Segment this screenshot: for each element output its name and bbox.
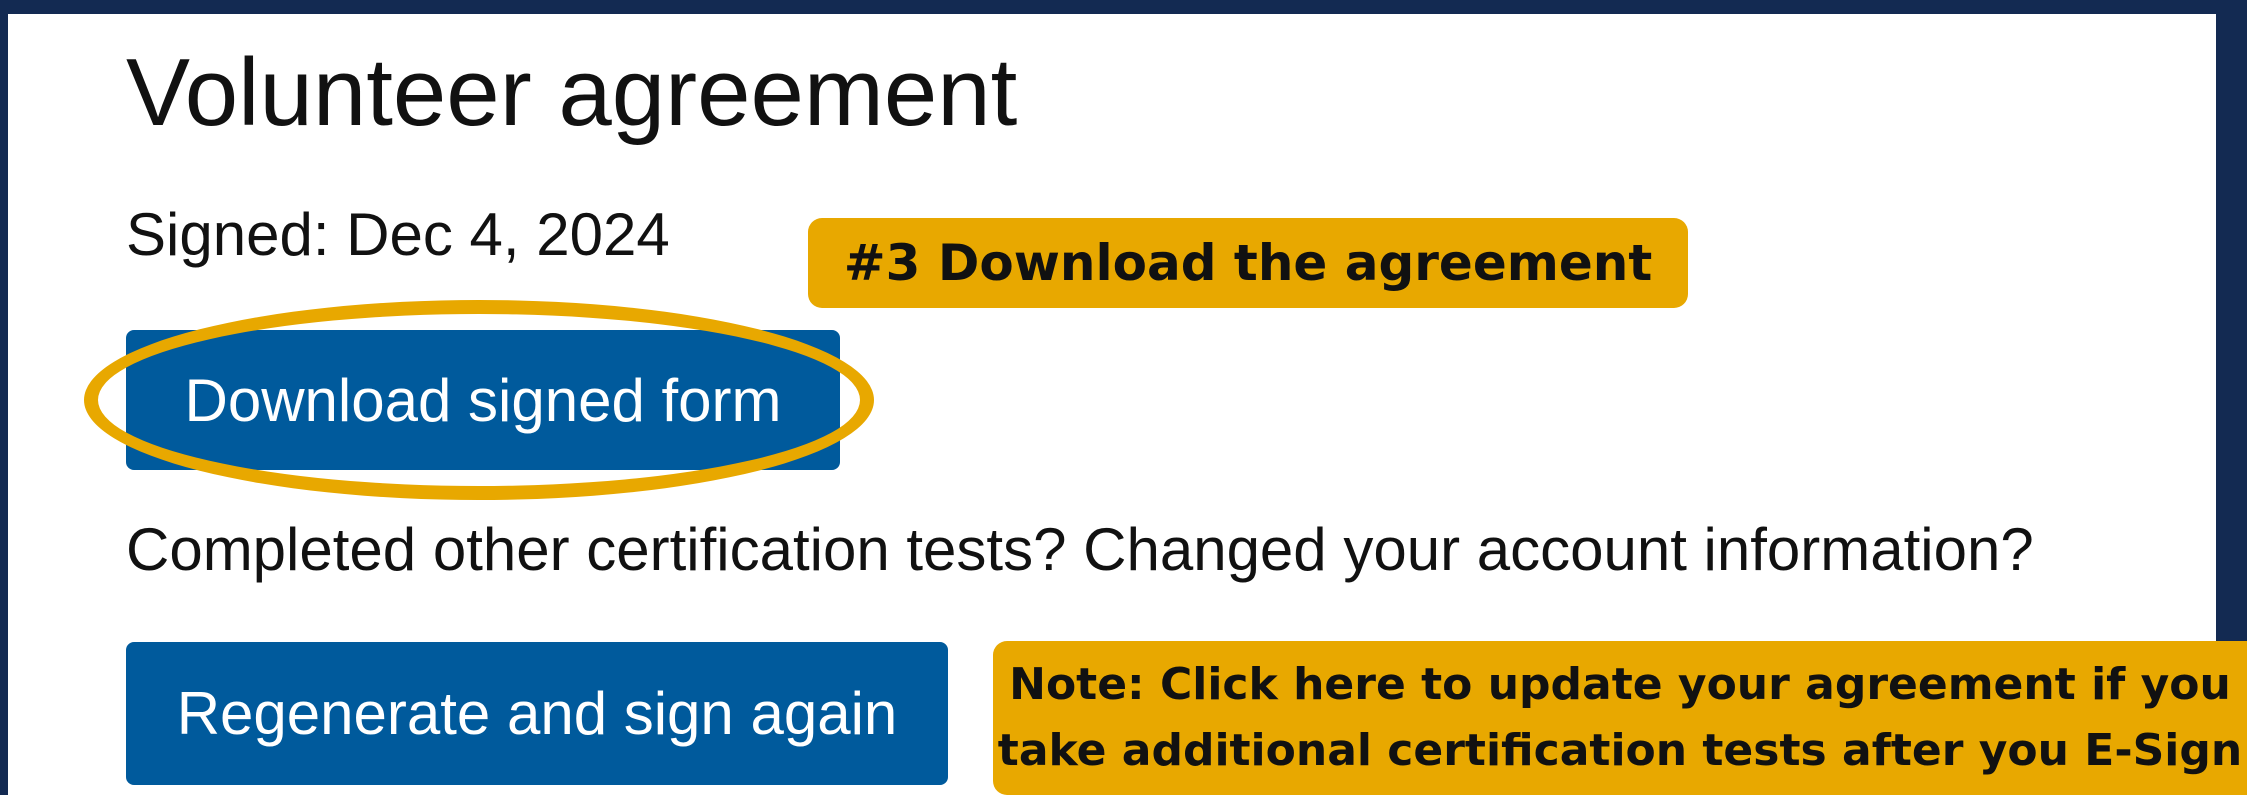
note-line-1: Note: Click here to update your agreemen…: [1009, 659, 2231, 710]
note-callout: Note: Click here to update your agreemen…: [993, 641, 2247, 795]
note-line-2: take additional certification tests afte…: [997, 725, 2243, 776]
download-signed-form-button[interactable]: Download signed form: [126, 330, 840, 470]
signed-date: Signed: Dec 4, 2024: [126, 201, 670, 268]
regenerate-sign-button[interactable]: Regenerate and sign again: [126, 642, 948, 785]
page-title: Volunteer agreement: [126, 39, 1018, 146]
step-callout: #3 Download the agreement: [808, 218, 1688, 308]
prompt-text: Completed other certification tests? Cha…: [126, 516, 2034, 583]
